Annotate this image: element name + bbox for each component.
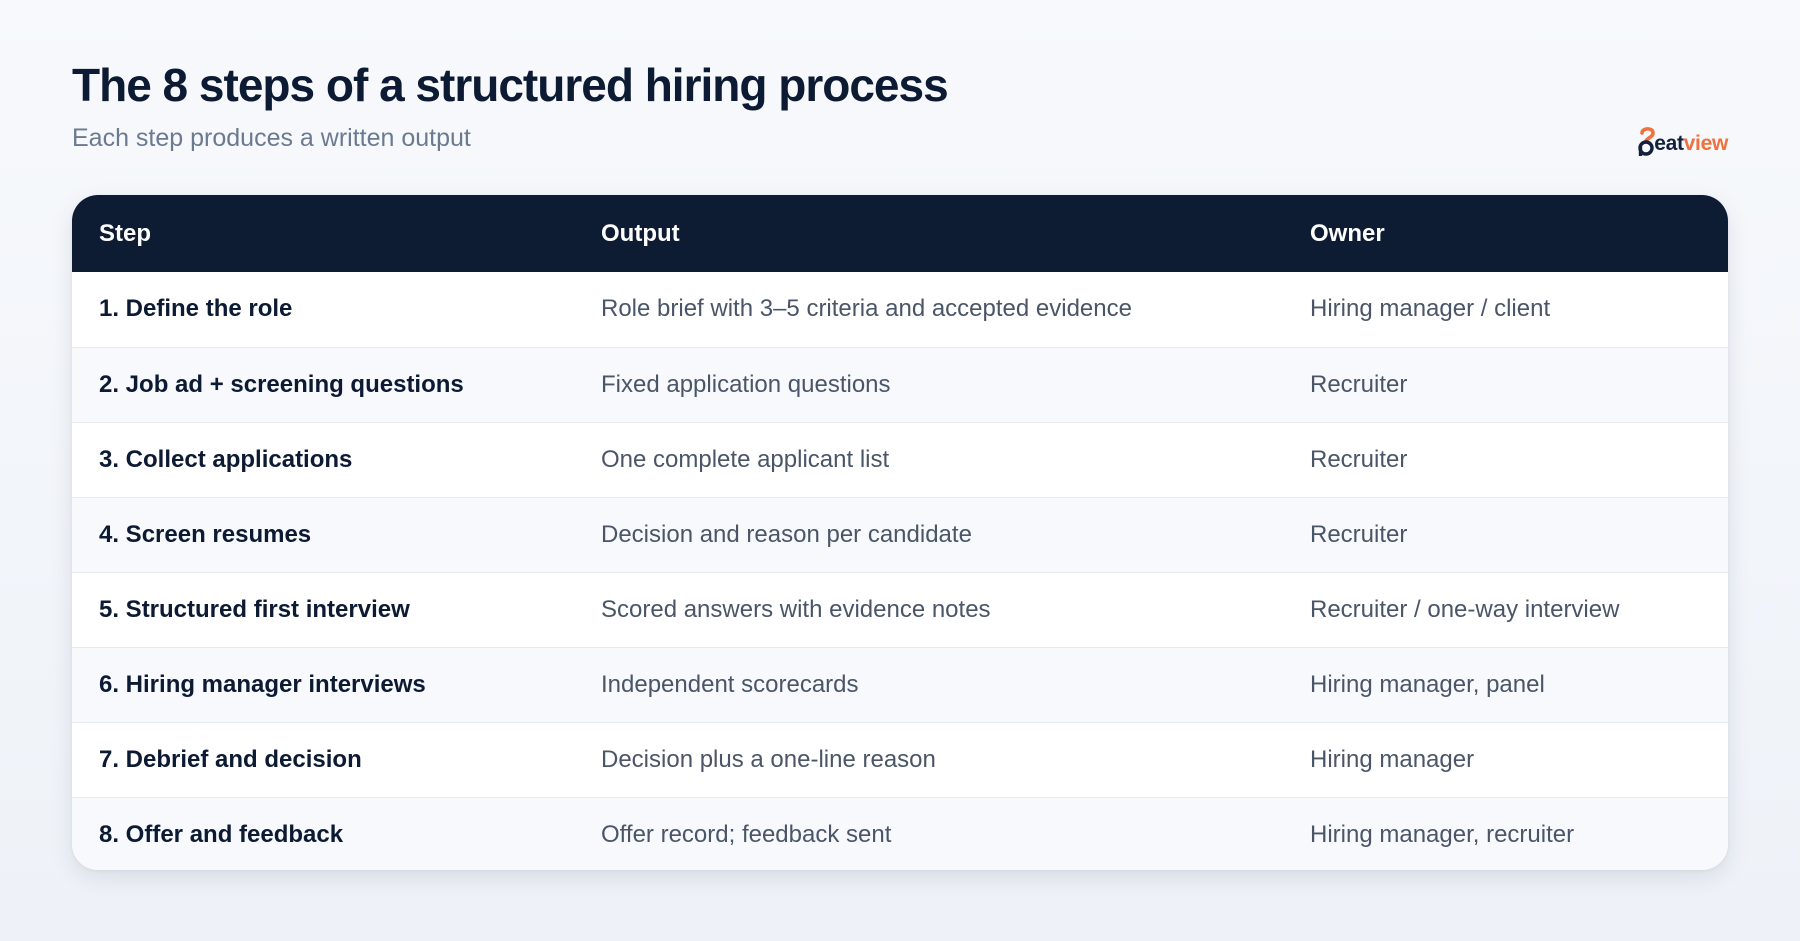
- cell-output: Offer record; feedback sent: [601, 820, 892, 848]
- brand-wordmark-part2: view: [1683, 132, 1729, 155]
- cell-owner: Hiring manager, panel: [1310, 670, 1545, 698]
- page: The 8 steps of a structured hiring proce…: [72, 0, 1728, 941]
- table-row: 2. Job ad + screening questions Fixed ap…: [72, 347, 1728, 422]
- cell-owner: Hiring manager, recruiter: [1310, 820, 1575, 848]
- cell-output: Independent scorecards: [601, 670, 859, 698]
- table-row: 5. Structured first interview Scored ans…: [72, 572, 1728, 647]
- cell-output: Decision plus a one-line reason: [601, 745, 936, 773]
- column-header-output: Output: [601, 219, 680, 247]
- cell-owner: Recruiter: [1310, 445, 1408, 473]
- cell-step: 8. Offer and feedback: [99, 820, 344, 848]
- brand-wordmark: eatview: [1654, 132, 1728, 156]
- table-header: Step Output Owner: [72, 195, 1728, 272]
- cell-output: Scored answers with evidence notes: [601, 595, 991, 623]
- cell-step: 6. Hiring manager interviews: [99, 670, 426, 698]
- table-body: 1. Define the role Role brief with 3–5 c…: [72, 272, 1728, 870]
- cell-output: Role brief with 3–5 criteria and accepte…: [601, 295, 1132, 323]
- hiring-steps-table-card: Step Output Owner 1. Define the role Rol…: [72, 195, 1728, 870]
- page-title: The 8 steps of a structured hiring proce…: [72, 59, 949, 111]
- brand-wordmark-part1: eat: [1654, 132, 1684, 155]
- cell-owner: Hiring manager / client: [1310, 295, 1551, 323]
- column-header-step: Step: [99, 219, 152, 247]
- cell-output: Fixed application questions: [601, 370, 891, 398]
- brand-logo: eatview: [1638, 126, 1728, 156]
- table-row: 4. Screen resumes Decision and reason pe…: [72, 497, 1728, 572]
- cell-output: Decision and reason per candidate: [601, 520, 972, 548]
- cell-owner: Recruiter: [1310, 370, 1408, 398]
- column-header-owner: Owner: [1310, 219, 1385, 247]
- cell-owner: Hiring manager: [1310, 745, 1475, 773]
- cell-owner: Recruiter: [1310, 520, 1408, 548]
- cell-step: 1. Define the role: [99, 295, 293, 323]
- page-subtitle: Each step produces a written output: [72, 124, 471, 152]
- cell-step: 2. Job ad + screening questions: [99, 370, 464, 398]
- hiring-steps-table: Step Output Owner 1. Define the role Rol…: [72, 195, 1728, 870]
- cell-step: 4. Screen resumes: [99, 520, 312, 548]
- table-row: 7. Debrief and decision Decision plus a …: [72, 722, 1728, 797]
- cell-step: 3. Collect applications: [99, 445, 353, 473]
- table-row: 6. Hiring manager interviews Independent…: [72, 647, 1728, 722]
- table-row: 1. Define the role Role brief with 3–5 c…: [72, 272, 1728, 347]
- cell-output: One complete applicant list: [601, 445, 890, 473]
- table-row: 3. Collect applications One complete app…: [72, 422, 1728, 497]
- table-header-row: Step Output Owner: [72, 195, 1728, 272]
- cell-step: 5. Structured first interview: [99, 595, 410, 623]
- table-row: 8. Offer and feedback Offer record; feed…: [72, 797, 1728, 870]
- cell-step: 7. Debrief and decision: [99, 745, 362, 773]
- cell-owner: Recruiter / one-way interview: [1310, 595, 1620, 623]
